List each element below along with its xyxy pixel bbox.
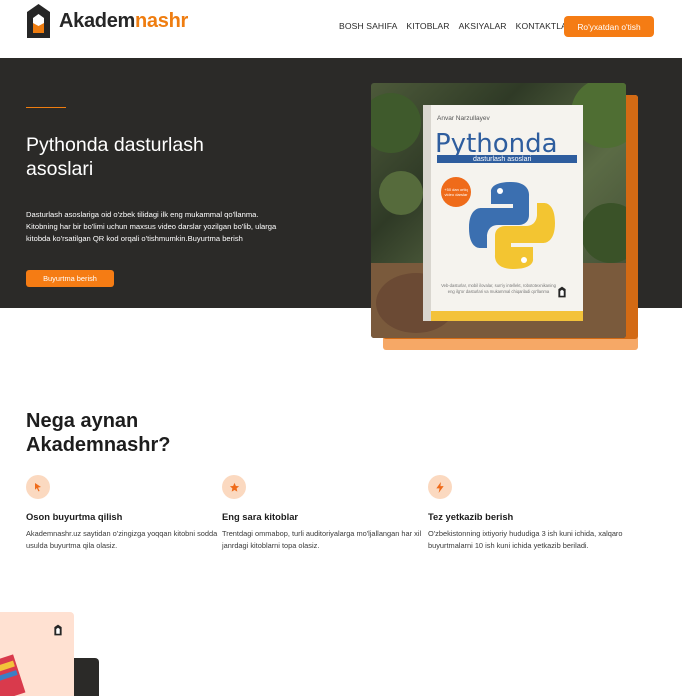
main-nav: BOSH SAHIFA KITOBLAR AKSIYALAR KONTAKTLA… [339, 21, 582, 31]
why-title: Nega aynan Akademnashr? [26, 410, 171, 456]
hero-description: Dasturlash asoslariga oid o'zbek tilidag… [26, 210, 277, 243]
akademnashr-logo-icon [27, 4, 50, 38]
nav-books[interactable]: KITOBLAR [406, 21, 449, 31]
feature-description: O'zbekistonning ixtiyoriy hududiga 3 ish… [428, 529, 623, 550]
feature-best-books: Eng sara kitoblar Trentdagi ommabop, tur… [222, 475, 422, 551]
publisher-logo-icon [54, 624, 62, 636]
feature-description: Trentdagi ommabop, turli auditoriyalarga… [222, 529, 422, 550]
feature-title: Oson buyurtma qilish [26, 511, 123, 522]
bottom-book-illustration [0, 654, 26, 696]
site-header: Akademnashr BOSH SAHIFA KITOBLAR AKSIYAL… [0, 0, 682, 58]
bottom-book-card [0, 612, 74, 696]
cursor-icon [26, 475, 50, 499]
nav-home[interactable]: BOSH SAHIFA [339, 21, 397, 31]
feature-title: Tez yetkazib berish [428, 511, 514, 522]
feature-description: Akademnashr.uz saytidan o'zingizga yoqqa… [26, 529, 218, 550]
logo[interactable]: Akademnashr [26, 2, 188, 40]
lightning-icon [428, 475, 452, 499]
logo-text: Akademnashr [59, 9, 188, 32]
book-publisher-icon [558, 286, 566, 298]
nav-promotions[interactable]: AKSIYALAR [459, 21, 507, 31]
hero-accent-line [26, 107, 66, 108]
register-button[interactable]: Ro'yxatdan o'tish [564, 16, 654, 37]
hero-title: Pythonda dasturlash asoslari [26, 134, 204, 180]
book-photo: Anvar Narzullayev Pythonda dasturlash as… [371, 83, 626, 338]
book-blurb: Veb-dasturlar, mobil ilovalar, sun'iy in… [441, 283, 556, 294]
feature-title: Eng sara kitoblar [222, 511, 299, 522]
python-logo-icon [469, 182, 555, 269]
book-author: Anvar Narzullayev [437, 115, 490, 122]
book-title: Pythonda [435, 129, 558, 159]
book-subtitle: dasturlash asoslari [473, 156, 532, 163]
feature-fast-delivery: Tez yetkazib berish O'zbekistonning ixti… [428, 475, 643, 551]
star-icon [222, 475, 246, 499]
order-button[interactable]: Buyurtma berish [26, 270, 114, 287]
feature-easy-order: Oson buyurtma qilish Akademnashr.uz sayt… [26, 475, 226, 551]
